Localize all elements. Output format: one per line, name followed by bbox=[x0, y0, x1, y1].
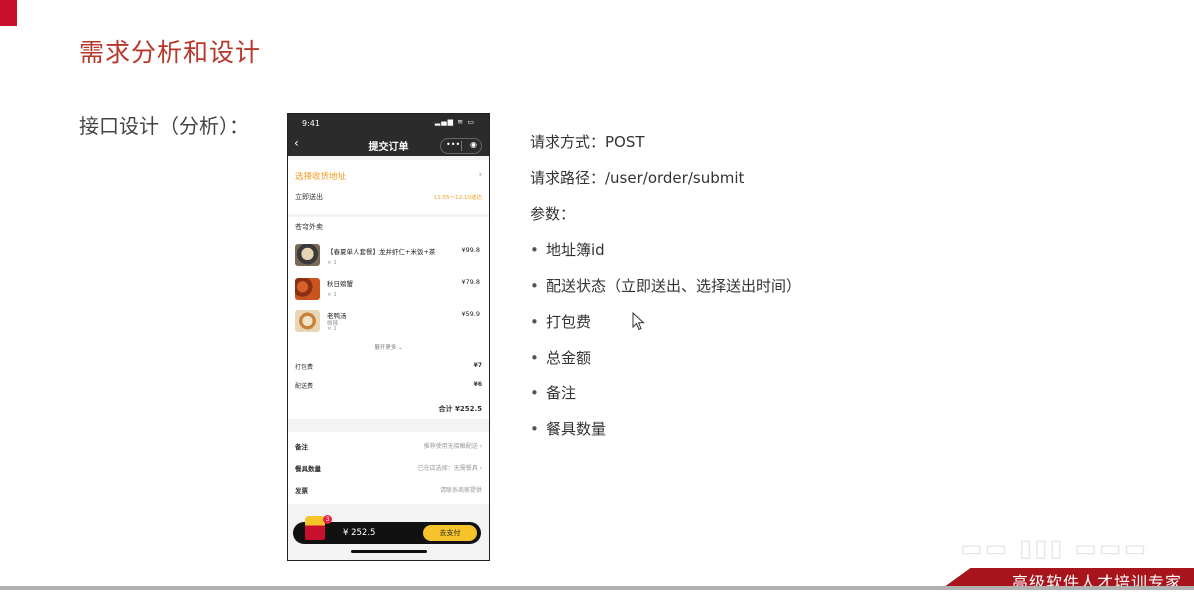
remark-value: 推荐使用无接触配送 › bbox=[423, 443, 482, 450]
cart-badge: 3 bbox=[323, 515, 332, 524]
phone-header: 9:41 ▂▄▆ ≋ ▭ ‹ 提交订单 ••• ◉ bbox=[288, 114, 489, 156]
request-method: 请求方式：POST bbox=[530, 133, 645, 151]
mouse-cursor-icon bbox=[632, 312, 645, 331]
invoice-value: 请联系商家提供 bbox=[439, 487, 482, 494]
param-item: • 备注 bbox=[530, 382, 576, 403]
param-text: 打包费 bbox=[546, 313, 592, 331]
param-item: • 餐具数量 bbox=[530, 418, 606, 439]
delivery-fee-label: 配送费 bbox=[295, 383, 314, 390]
bullet-icon: • bbox=[530, 384, 539, 402]
item-price: ¥99.8 bbox=[461, 246, 480, 254]
param-text: 配送状态（立即送出、选择送出时间） bbox=[546, 277, 802, 295]
expand-more-button[interactable]: 展开更多 ⌄ bbox=[295, 343, 482, 351]
param-item: • 配送状态（立即送出、选择送出时间） bbox=[530, 275, 801, 296]
request-path: 请求路径：/user/order/submit bbox=[530, 169, 745, 187]
chevron-right-icon: › bbox=[478, 170, 482, 180]
param-item: • 总金额 bbox=[530, 347, 591, 368]
item-name: 秋日螃蟹 bbox=[327, 280, 353, 288]
payment-bar: 3 ¥ 252.5 去支付 bbox=[293, 515, 481, 544]
corner-accent bbox=[0, 0, 17, 26]
options-card: 备注 推荐使用无接触配送 › 餐具数量 已在店选择：无需餐具 › 发票 请联系商… bbox=[288, 432, 489, 504]
invoice-row[interactable]: 发票 请联系商家提供 bbox=[295, 485, 482, 495]
address-card: 选择收货地址 › 立即送出 11:55～12:10送达 bbox=[288, 160, 489, 214]
store-name: 苍穹外卖 bbox=[295, 223, 323, 231]
packing-fee-row: 打包费 ¥7 bbox=[295, 362, 482, 371]
food-image bbox=[295, 244, 320, 266]
item-qty: × 1 bbox=[327, 260, 337, 266]
param-text: 总金额 bbox=[546, 349, 592, 367]
item-name: 【春夏单人套餐】龙井虾仁+米饭+茶 bbox=[327, 248, 436, 256]
order-card: 苍穹外卖 【春夏单人套餐】龙井虾仁+米饭+茶 × 1 ¥99.8 秋日螃蟹 × … bbox=[288, 217, 489, 419]
delivery-time-row[interactable]: 立即送出 11:55～12:10送达 bbox=[295, 192, 482, 202]
param-text: 地址簿id bbox=[546, 241, 605, 259]
tableware-label: 餐具数量 bbox=[295, 465, 321, 473]
slide-subtitle: 接口设计（分析）： bbox=[79, 114, 249, 138]
item-qty: × 1 bbox=[327, 326, 337, 332]
params-label: 参数： bbox=[530, 205, 576, 223]
capsule-menu[interactable]: ••• ◉ bbox=[440, 138, 482, 154]
param-text: 餐具数量 bbox=[546, 420, 607, 438]
phone-mockup: 9:41 ▂▄▆ ≋ ▭ ‹ 提交订单 ••• ◉ 选择收货地址 › 立即送出 … bbox=[287, 113, 490, 561]
deliver-time: 11:55～12:10送达 bbox=[433, 195, 482, 201]
capsule-divider bbox=[461, 141, 462, 151]
bullet-icon: • bbox=[530, 420, 539, 438]
item-qty: × 1 bbox=[327, 292, 337, 298]
pay-amount: ¥ 252.5 bbox=[343, 528, 376, 538]
record-icon[interactable]: ◉ bbox=[470, 140, 477, 149]
item-price: ¥79.8 bbox=[461, 278, 480, 286]
remark-label: 备注 bbox=[295, 443, 308, 451]
food-image bbox=[295, 278, 320, 300]
address-select[interactable]: 选择收货地址 › bbox=[295, 170, 482, 182]
watermark-logo: ▭▭ ▯▯▯ ▭▭▭ bbox=[960, 534, 1149, 562]
bullet-icon: • bbox=[530, 349, 539, 367]
delivery-fee-value: ¥6 bbox=[473, 381, 482, 388]
more-icon[interactable]: ••• bbox=[446, 140, 460, 149]
bullet-icon: • bbox=[530, 277, 539, 295]
invoice-label: 发票 bbox=[295, 487, 308, 495]
address-label: 选择收货地址 bbox=[295, 172, 347, 182]
status-icons: ▂▄▆ ≋ ▭ bbox=[434, 118, 475, 126]
bottom-rule bbox=[0, 586, 1194, 590]
delivery-fee-row: 配送费 ¥6 bbox=[295, 381, 482, 390]
order-total: 合计 ¥252.5 bbox=[438, 405, 482, 413]
param-item: • 打包费 bbox=[530, 311, 591, 332]
param-text: 备注 bbox=[546, 384, 577, 402]
deliver-label: 立即送出 bbox=[295, 193, 323, 201]
home-indicator bbox=[351, 550, 427, 553]
tableware-value: 已在店选择：无需餐具 › bbox=[417, 465, 482, 472]
food-image bbox=[295, 310, 320, 332]
packing-fee-label: 打包费 bbox=[295, 364, 314, 371]
remark-row[interactable]: 备注 推荐使用无接触配送 › bbox=[295, 441, 482, 451]
bullet-icon: • bbox=[530, 241, 539, 259]
tableware-row[interactable]: 餐具数量 已在店选择：无需餐具 › bbox=[295, 463, 482, 473]
item-price: ¥59.9 bbox=[461, 310, 480, 318]
slide-title: 需求分析和设计 bbox=[79, 38, 262, 67]
status-time: 9:41 bbox=[302, 119, 320, 128]
pay-button[interactable]: 去支付 bbox=[423, 525, 477, 541]
param-item: • 地址簿id bbox=[530, 239, 605, 260]
cart-icon[interactable] bbox=[305, 516, 325, 540]
packing-fee-value: ¥7 bbox=[473, 362, 482, 369]
bullet-icon: • bbox=[530, 313, 539, 331]
